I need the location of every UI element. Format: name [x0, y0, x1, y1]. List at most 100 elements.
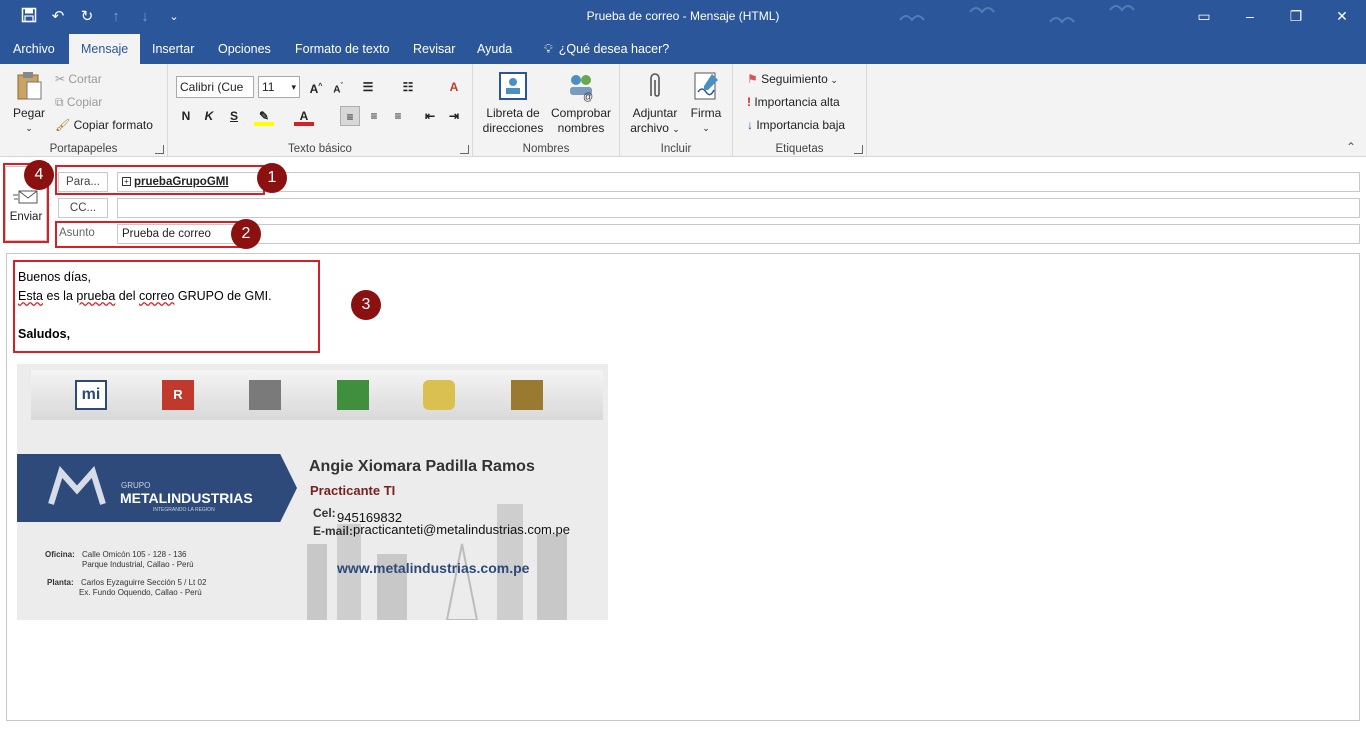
card-planta-1: Carlos Eyzaguirre Sección 5 / Lt 02 — [81, 578, 207, 587]
check-names-label-1: Comprobar — [550, 106, 612, 120]
font-color-icon[interactable]: A — [294, 106, 314, 126]
window-title: Prueba de correo - Mensaje (HTML) — [586, 9, 780, 23]
chevron-down-icon: ⌄ — [702, 123, 710, 133]
card-oficina-label: Oficina: — [45, 550, 75, 559]
minimize-icon[interactable]: – — [1235, 5, 1265, 27]
tell-me-label: ¿Qué desea hacer? — [558, 42, 670, 56]
highlight-icon[interactable]: ✎ — [254, 106, 274, 126]
copy-button[interactable]: ⧉ Copiar — [55, 95, 102, 110]
attach-label-1: Adjuntar — [632, 106, 678, 120]
signature-icon — [690, 70, 722, 102]
chevron-down-icon: ⌄ — [827, 75, 838, 85]
dialog-launcher-icon[interactable]: . — [854, 145, 863, 154]
italic-button[interactable]: K — [199, 106, 219, 126]
collapse-ribbon-icon[interactable]: ⌃ — [1346, 140, 1356, 154]
tab-mensaje[interactable]: Mensaje — [69, 34, 141, 64]
tab-revisar[interactable]: Revisar — [401, 34, 467, 64]
card-name: Angie Xiomara Padilla Ramos — [309, 458, 535, 475]
align-left-icon[interactable]: ≡ — [340, 106, 360, 126]
copy-icon: ⧉ — [55, 95, 67, 109]
tab-formato-de-texto[interactable]: Formato de texto — [283, 34, 402, 64]
card-logo-me — [337, 380, 369, 410]
address-book-button[interactable]: Libreta de direcciones — [479, 70, 547, 136]
card-logo-bar — [249, 380, 281, 410]
font-name-value: Calibri (Cue — [180, 80, 244, 94]
subject-field[interactable]: Prueba de correo — [117, 224, 1360, 244]
card-brand-name: METALINDUSTRIAS — [120, 490, 253, 506]
restore-icon[interactable]: ❐ — [1281, 5, 1311, 27]
signature-card-image: mi R GRUPO METALINDUSTRIAS INTEGRANDO LA… — [17, 364, 608, 620]
attach-file-button[interactable]: Adjuntar archivo ⌄ — [626, 70, 684, 137]
signature-label: Firma — [690, 106, 722, 120]
card-email-value: practicanteti@metalindustrias.com.pe — [353, 522, 570, 537]
paste-label: Pegar — [12, 106, 46, 120]
low-importance-label: Importancia baja — [756, 118, 846, 132]
group-incluir: Adjuntar archivo ⌄ Firma ⌄ Incluir — [620, 64, 733, 157]
card-brand-small: GRUPO — [121, 481, 151, 490]
bold-button[interactable]: N — [176, 106, 196, 126]
clear-formatting-icon[interactable]: A — [444, 77, 464, 97]
annotation-badge-2: 2 — [231, 219, 261, 249]
check-names-icon: @ — [565, 70, 597, 103]
cut-button[interactable]: ✂︎ Cortar — [55, 72, 102, 86]
card-brand-tagline: INTEGRANDO LA REGION — [153, 507, 215, 513]
tab-opciones[interactable]: Opciones — [206, 34, 283, 64]
align-right-icon[interactable]: ≡ — [388, 106, 408, 126]
format-painter-label: Copiar formato — [73, 118, 153, 132]
tab-insertar[interactable]: Insertar — [140, 34, 206, 64]
bullets-icon[interactable]: ☰ — [358, 77, 378, 97]
group-label-incluir: Incluir — [660, 143, 692, 155]
copy-label: Copiar — [66, 95, 103, 109]
scissors-icon: ✂︎ — [55, 72, 69, 86]
paste-button[interactable]: Pegar ⌄ — [8, 70, 50, 136]
shrink-font-icon[interactable]: Aˇ — [328, 77, 348, 97]
cc-field[interactable] — [117, 198, 1360, 218]
card-oficina-2: Parque Industrial, Callao - Perú — [82, 560, 194, 569]
font-name-combo[interactable]: Calibri (Cue — [176, 76, 254, 98]
card-oficina-1: Calle Omicón 105 - 128 - 136 — [82, 550, 187, 559]
format-painter-button[interactable]: 🖌︎ Copiar formato — [55, 118, 153, 132]
ribbon: Pegar ⌄ ✂︎ Cortar ⧉ Copiar 🖌︎ Copiar for… — [0, 64, 1366, 157]
paperclip-icon — [639, 70, 671, 102]
card-logo-gold — [423, 380, 455, 410]
align-center-icon[interactable]: ≡ — [364, 106, 384, 126]
annotation-box-subject — [55, 221, 241, 248]
tab-ayuda[interactable]: Ayuda — [465, 34, 524, 64]
dialog-launcher-icon[interactable]: . — [155, 145, 164, 154]
signature-button[interactable]: Firma ⌄ — [684, 70, 728, 136]
ribbon-display-options-icon[interactable]: ▭ — [1189, 5, 1219, 27]
card-email-label: E-mail: — [313, 524, 354, 538]
chevron-down-icon: ⌄ — [25, 123, 33, 133]
group-etiquetas: ⚑ Seguimiento ⌄ ! Importancia alta ↓ Imp… — [733, 64, 867, 157]
cc-button[interactable]: CC... — [58, 198, 108, 218]
card-logo-mi: mi — [75, 380, 107, 410]
address-book-icon — [497, 70, 529, 102]
card-logo-bronze — [511, 380, 543, 410]
annotation-badge-3: 3 — [351, 290, 381, 320]
card-logo-r: R — [162, 380, 194, 410]
annotation-box-to — [55, 165, 265, 195]
dialog-launcher-icon[interactable]: . — [460, 145, 469, 154]
paintbrush-icon: 🖌︎ — [55, 118, 74, 132]
increase-indent-icon[interactable]: ⇥ — [444, 106, 464, 126]
card-cel-label: Cel: — [313, 506, 336, 520]
title-bar: ↶ ↻ ↑ ↓ ⌄ Prueba de correo - Mensaje (HT… — [0, 0, 1366, 34]
group-label-portapapeles: Portapapeles — [49, 143, 118, 155]
high-importance-button[interactable]: ! Importancia alta — [747, 95, 840, 109]
card-city-skyline — [297, 484, 608, 620]
close-icon[interactable]: ✕ — [1327, 5, 1357, 27]
attach-label-2: archivo ⌄ — [630, 121, 680, 135]
underline-button[interactable]: S — [224, 106, 244, 126]
check-names-button[interactable]: @ Comprobar nombres — [547, 70, 615, 136]
follow-up-button[interactable]: ⚑ Seguimiento ⌄ — [747, 72, 838, 86]
group-nombres: Libreta de direcciones @ Comprobar nombr… — [473, 64, 620, 157]
low-importance-button[interactable]: ↓ Importancia baja — [747, 118, 845, 132]
grow-font-icon[interactable]: A^ — [306, 77, 326, 97]
numbering-icon[interactable]: ☷ — [398, 77, 418, 97]
svg-text:@: @ — [583, 92, 593, 102]
decrease-indent-icon[interactable]: ⇤ — [420, 106, 440, 126]
tab-archivo[interactable]: Archivo — [1, 34, 67, 64]
font-size-combo[interactable]: 11 ▾ — [258, 76, 300, 98]
to-field[interactable]: + pruebaGrupoGMI — [117, 172, 1360, 192]
tell-me-search[interactable]: 💡︎ ¿Qué desea hacer? — [532, 34, 681, 64]
